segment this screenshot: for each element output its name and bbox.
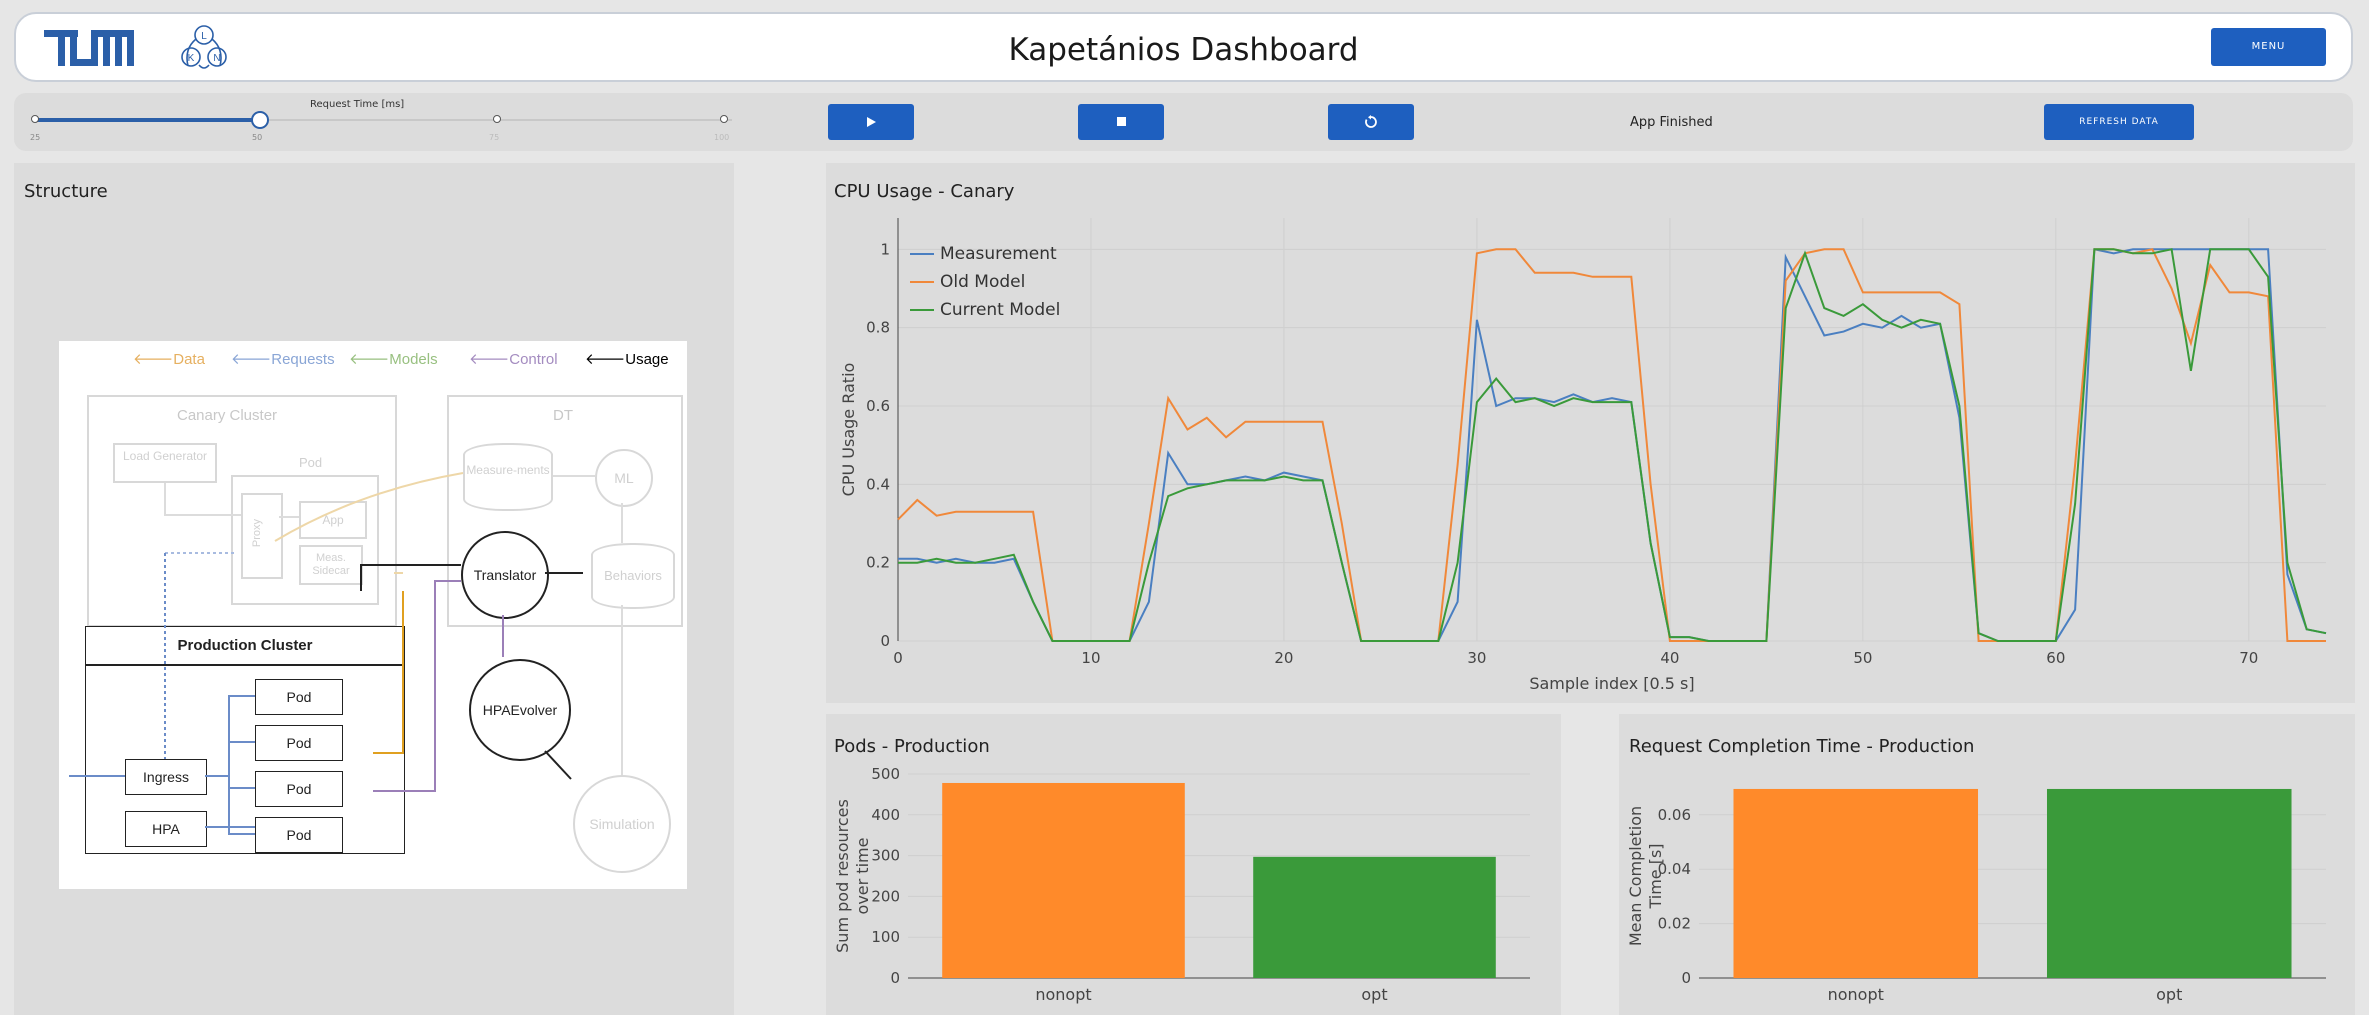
control-bar: Request Time [ms] 25 50 75 100 App Finis… — [14, 93, 2353, 151]
x-tick-label: 10 — [1081, 649, 1100, 667]
x-axis-title: Sample index [0.5 s] — [1529, 674, 1694, 693]
slider-tick-label: 75 — [489, 133, 500, 142]
slider-fill — [34, 118, 260, 122]
y-tick-label: 0 — [890, 969, 900, 987]
y-axis-title-line: Mean Completion — [1626, 806, 1645, 946]
y-tick-label: 0.06 — [1658, 806, 1691, 824]
slider-tick-mark — [31, 115, 39, 123]
y-axis-title: Sum pod resourcesover time — [833, 799, 872, 953]
request-time-slider[interactable]: 25 50 75 100 — [30, 111, 734, 147]
play-button[interactable] — [828, 104, 914, 140]
y-tick-label: 0.8 — [866, 319, 890, 337]
stop-button[interactable] — [1078, 104, 1164, 140]
app-header: LKN Kapetánios Dashboard MENU — [14, 12, 2353, 82]
bar — [1253, 856, 1496, 978]
bar — [2046, 788, 2292, 978]
menu-button[interactable]: MENU — [2211, 28, 2326, 66]
play-icon — [867, 117, 876, 127]
x-tick-label: 70 — [2239, 649, 2258, 667]
y-tick-label: 0 — [1681, 969, 1691, 987]
slider-tick-mark — [493, 115, 501, 123]
completion-bar-chart: 00.020.040.06nonopt optMean CompletionTim… — [1626, 788, 2326, 1004]
slider-handle[interactable] — [251, 111, 269, 129]
x-tick-label: 0 — [893, 649, 903, 667]
y-tick-label: 0.6 — [866, 397, 890, 415]
series-line — [898, 248, 2327, 642]
y-axis-title: CPU Usage Ratio — [839, 363, 858, 497]
reload-button[interactable] — [1328, 104, 1414, 140]
y-axis-title-line: over time — [853, 838, 872, 915]
x-tick-label: nonopt — [1828, 985, 1884, 1004]
structure-panel: Structure 🡐Data 🡐Requests 🡐Models 🡐Contr… — [14, 163, 734, 1015]
bar — [1733, 788, 1979, 978]
x-tick-label: opt — [1361, 985, 1387, 1004]
cpu-usage-panel: CPU Usage - Canary 0 0.2 0.4 0.6 0.8 1 0 10 20 30… — [826, 163, 2355, 703]
slider-tick-label: 100 — [714, 133, 730, 142]
y-tick-label: 0 — [880, 632, 890, 650]
structure-title: Structure — [24, 181, 108, 202]
slider-tick-label: 50 — [252, 133, 263, 142]
refresh-data-button[interactable]: REFRESH DATA — [2044, 104, 2194, 140]
x-tick-label: 30 — [1467, 649, 1486, 667]
x-tick-label: nonopt — [1035, 985, 1091, 1004]
y-axis-title-line: Time [s] — [1646, 843, 1665, 909]
slider-tick-mark — [720, 115, 728, 123]
series-line — [898, 248, 2327, 642]
bar — [942, 782, 1185, 978]
completion-panel: Request Completion Time - Production 0 0.… — [1619, 714, 2355, 1015]
app-status: App Finished — [1630, 115, 1713, 130]
reload-icon — [1365, 115, 1377, 128]
y-tick-label: 100 — [871, 928, 900, 946]
y-tick-label: 300 — [871, 847, 900, 865]
request-time-label: Request Time [ms] — [310, 99, 405, 110]
pods-bar-chart: 0 100 200 300 400 500 nonopt opt Sum pod resourc… — [833, 765, 1530, 1004]
y-tick-label: 0.02 — [1658, 915, 1691, 933]
x-tick-label: 40 — [1660, 649, 1679, 667]
y-tick-label: 0.2 — [866, 554, 890, 572]
slider-tick-label: 25 — [30, 133, 41, 142]
y-tick-label: 200 — [871, 887, 900, 905]
x-tick-label: 50 — [1853, 649, 1872, 667]
cpu-usage-chart: 00.20.40.60.810 10 20 30 40 50 60 70Sample inde… — [839, 218, 2327, 693]
page-title: Kapetánios Dashboard — [1008, 32, 1359, 68]
y-tick-label: 0.4 — [866, 475, 890, 493]
series-line — [897, 248, 2326, 642]
x-tick-label: opt — [2156, 985, 2182, 1004]
pods-panel: Pods - Production 0 100 200 300 400 500 nonopt… — [826, 714, 1561, 1015]
x-tick-label: 60 — [2046, 649, 2065, 667]
y-tick-label: 400 — [871, 806, 900, 824]
legend-entry: Current Model — [940, 300, 1060, 320]
legend-entry: Old Model — [940, 272, 1025, 292]
diagram-connections — [69, 472, 623, 835]
stop-icon — [1116, 117, 1126, 126]
architecture-diagram: 🡐Data 🡐Requests 🡐Models 🡐Control 🡐Usage … — [59, 341, 687, 889]
y-tick-label: 500 — [871, 765, 900, 783]
y-tick-label: 1 — [880, 240, 890, 258]
x-tick-label: 20 — [1274, 649, 1293, 667]
legend-entry: Measurement — [940, 244, 1057, 264]
y-axis-title-line: Sum pod resources — [833, 799, 852, 953]
